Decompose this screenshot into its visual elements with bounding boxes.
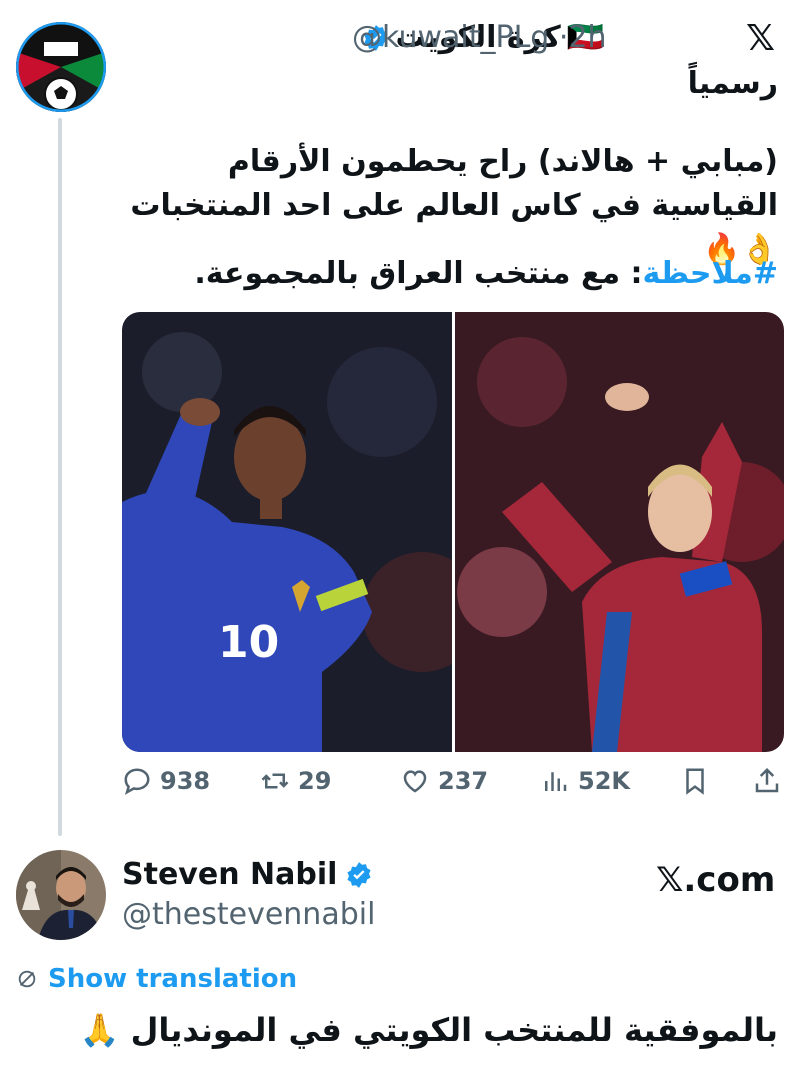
- tweet2-text: بالموفقية للمنتخب الكويتي في المونديال 🙏: [79, 1011, 778, 1049]
- kuwait-football-avatar[interactable]: [16, 22, 106, 112]
- like-count: 237: [438, 767, 489, 795]
- tweet2-author[interactable]: Steven Nabil: [122, 857, 373, 892]
- tweet1-handle[interactable]: @kuwait_PLg: [352, 20, 549, 55]
- tweet1-pretext: رسمياً: [687, 66, 778, 101]
- tweet1-action-bar: 938 29 237 52K: [122, 766, 784, 806]
- views-chart-icon: [545, 772, 567, 791]
- show-translation-label[interactable]: Show translation: [48, 964, 297, 994]
- share-icon: [755, 767, 779, 793]
- bookmark-icon: [686, 768, 704, 795]
- jersey-number: 10: [218, 617, 279, 668]
- tweet2-display-name[interactable]: Steven Nabil: [122, 857, 337, 892]
- translate-globe-icon: [18, 970, 36, 988]
- repost-count: 29: [298, 767, 332, 795]
- bookmark-button[interactable]: [680, 766, 710, 796]
- tweet2-handle[interactable]: @thestevennabil: [122, 897, 375, 932]
- share-button[interactable]: [752, 766, 782, 796]
- reply-icon: [124, 768, 150, 795]
- tweet1-media-image[interactable]: 10: [122, 312, 784, 752]
- reply-button[interactable]: 938: [122, 766, 210, 796]
- heart-icon: [403, 770, 427, 793]
- hashtag-link[interactable]: #ملاحظة: [642, 256, 778, 291]
- thread-connector-line: [58, 118, 62, 836]
- views-button[interactable]: 52K: [540, 766, 630, 796]
- tweet1-note: #ملاحظة: مع منتخب العراق بالمجموعة.: [98, 252, 778, 296]
- reply-count: 938: [160, 767, 211, 795]
- repost-icon: [261, 773, 289, 789]
- tweet1-meta[interactable]: @kuwait_PLg ·2h: [352, 20, 607, 55]
- tweet1-time[interactable]: 2h: [568, 20, 606, 55]
- separator-dot: ·: [558, 20, 569, 55]
- x-logo-icon[interactable]: 𝕏: [746, 18, 775, 59]
- like-button[interactable]: 237: [400, 766, 488, 796]
- verified-badge-icon: [345, 861, 373, 889]
- steven-nabil-avatar[interactable]: [16, 850, 106, 940]
- x-com-brand[interactable]: 𝕏.com: [656, 860, 775, 900]
- view-count: 52K: [578, 767, 630, 795]
- tweet1-note-text: : مع منتخب العراق بالمجموعة.: [194, 256, 643, 291]
- repost-button[interactable]: 29: [260, 766, 331, 796]
- show-translation-link[interactable]: Show translation: [16, 964, 297, 994]
